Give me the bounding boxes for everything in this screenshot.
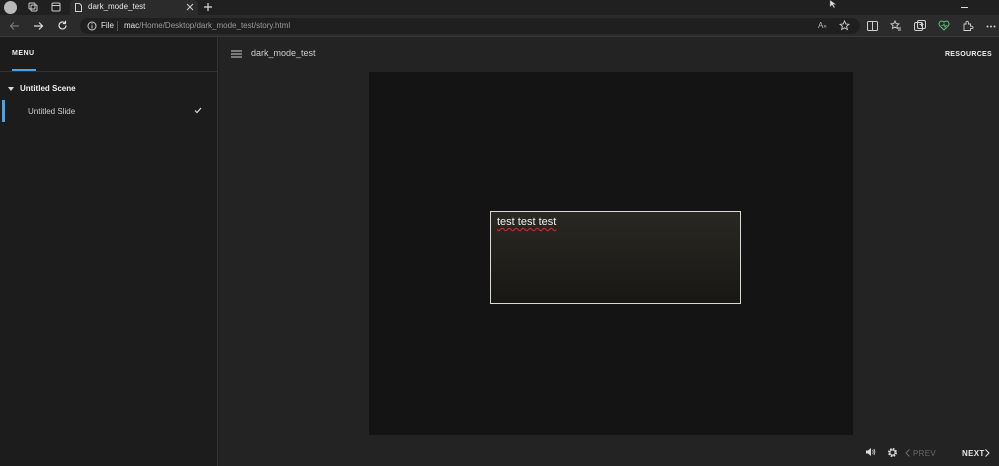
address-bar[interactable]: File mac/Home/Desktop/dark_mode_test/sto… [80,18,860,34]
browser-tab[interactable]: dark_mode_test [70,0,198,15]
checkmark-icon [194,107,202,114]
read-aloud-icon[interactable]: A» [818,21,827,30]
split-screen-icon[interactable] [867,21,878,31]
project-title: dark_mode_test [251,48,316,58]
minimize-window-icon[interactable] [961,7,968,8]
slide-label: Untitled Slide [28,107,76,116]
sidebar-divider [0,71,218,72]
info-icon[interactable] [87,21,97,31]
url-divider [117,21,118,31]
next-button[interactable]: NEXT [962,449,985,458]
workspaces-icon[interactable] [28,2,38,12]
url-text: mac/Home/Desktop/dark_mode_test/story.ht… [124,21,290,30]
scene-title[interactable]: Untitled Scene [20,84,76,93]
browser-toolbar: File mac/Home/Desktop/dark_mode_test/sto… [0,15,999,37]
next-chevron-icon[interactable] [985,449,990,457]
collapse-caret-icon[interactable] [8,87,14,91]
textbox-text: test test test [497,216,557,228]
profile-avatar-icon[interactable] [4,1,17,14]
url-path: /Home/Desktop/dark_mode_test/story.html [139,21,291,30]
prev-chevron-icon [905,449,910,457]
favorite-star-icon[interactable] [839,20,850,31]
favorites-icon[interactable] [890,20,902,31]
new-tab-icon[interactable] [203,2,213,12]
browser-titlebar: dark_mode_test [0,0,999,15]
page-icon [75,3,82,12]
collections-icon[interactable] [914,20,926,32]
slide-list-item[interactable]: Untitled Slide [0,100,218,122]
prev-button[interactable]: PREV [913,449,936,458]
resources-tab[interactable]: RESOURCES [945,51,992,58]
player-main: dark_mode_test RESOURCES test test test … [219,37,999,466]
forward-arrow-icon[interactable] [33,21,44,31]
hamburger-menu-icon[interactable] [231,50,242,58]
more-options-icon[interactable] [986,25,996,28]
tab-title: dark_mode_test [88,2,146,11]
menu-tab[interactable]: MENU [12,50,35,57]
slide-textbox[interactable]: test test test [490,211,741,304]
close-tab-icon[interactable] [186,3,194,11]
extensions-icon[interactable] [962,20,974,32]
menu-sidebar: MENU Untitled Scene Untitled Slide [0,37,218,466]
refresh-icon[interactable] [57,20,68,31]
url-scheme-label: File [101,21,114,30]
current-slide-marker [2,100,5,122]
tab-actions-icon[interactable] [51,2,61,12]
url-host: mac [124,21,140,30]
mouse-cursor-icon [829,0,837,8]
settings-gear-icon[interactable] [887,447,898,458]
slide-stage: test test test [369,72,853,435]
browser-essentials-icon[interactable] [938,20,950,31]
back-arrow-icon[interactable] [9,21,20,31]
volume-icon[interactable] [865,447,876,457]
